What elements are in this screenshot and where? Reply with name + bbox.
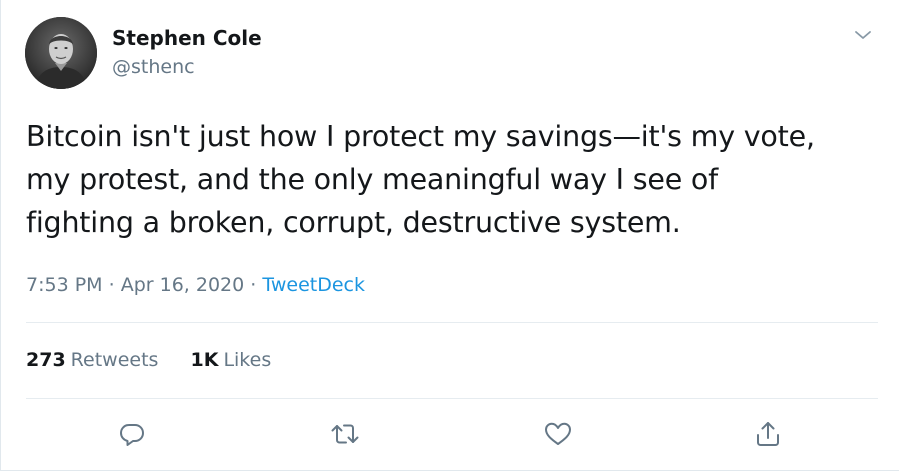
avatar[interactable]: [25, 17, 97, 89]
tweet-text-line: fighting a broken, corrupt, destructive …: [26, 206, 681, 239]
divider: [26, 322, 878, 323]
retweets-count: 273: [26, 349, 66, 371]
share-button[interactable]: [751, 417, 785, 451]
tweet-time: 7:53 PM: [26, 274, 103, 296]
likes-count: 1K: [190, 349, 219, 371]
tweet-actions: [1, 417, 899, 451]
retweets-stat[interactable]: 273 Retweets: [26, 346, 158, 374]
reply-button[interactable]: [115, 417, 149, 451]
share-icon: [757, 422, 779, 446]
avatar-image: [25, 17, 97, 89]
retweets-label: Retweets: [70, 349, 159, 371]
tweet-source-link[interactable]: TweetDeck: [262, 274, 365, 296]
likes-label: Likes: [223, 349, 272, 371]
retweet-button[interactable]: [328, 417, 362, 451]
tweet-meta: 7:53 PM · Apr 16, 2020 · TweetDeck: [26, 271, 365, 299]
retweet-icon: [331, 424, 359, 444]
like-button[interactable]: [541, 417, 575, 451]
tweet-text-line: Bitcoin isn't just how I protect my savi…: [26, 120, 815, 153]
tweet-text: Bitcoin isn't just how I protect my savi…: [26, 115, 886, 244]
tweet-timestamp[interactable]: 7:53 PM · Apr 16, 2020: [26, 274, 244, 296]
tweet-text-line: my protest, and the only meaningful way …: [26, 163, 718, 196]
tweet-card: Stephen Cole @sthenc Bitcoin isn't just …: [0, 0, 899, 471]
author-name[interactable]: Stephen Cole: [112, 25, 262, 51]
meta-separator: ·: [250, 274, 257, 296]
meta-separator: ·: [108, 274, 115, 296]
tweet-stats: 273 Retweets 1K Likes: [26, 346, 271, 374]
chevron-down-icon[interactable]: [850, 22, 876, 48]
tweet-date: Apr 16, 2020: [120, 274, 245, 296]
reply-icon: [120, 424, 144, 446]
heart-icon: [545, 422, 571, 445]
likes-stat[interactable]: 1K Likes: [190, 346, 271, 374]
author-handle[interactable]: @sthenc: [112, 54, 195, 80]
divider: [26, 398, 878, 399]
